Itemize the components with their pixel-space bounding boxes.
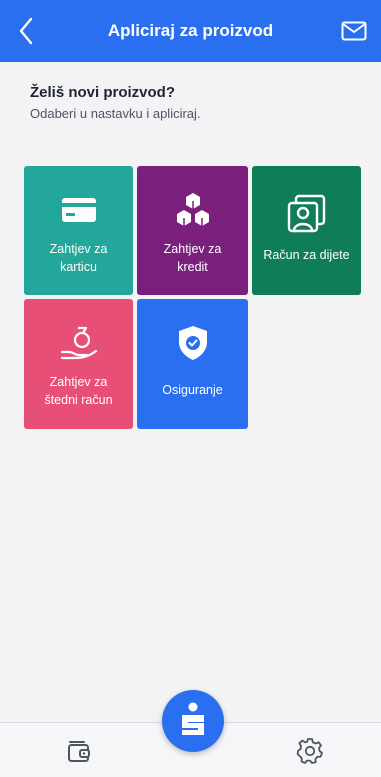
tile-label: Osiguranje: [162, 383, 223, 397]
intro-heading: Želiš novi proizvod?: [30, 84, 176, 101]
tile-card-request[interactable]: Zahtjev za karticu: [24, 166, 133, 295]
tile-label: Zahtjev za kredit: [163, 242, 222, 274]
boxes-icon: [173, 190, 213, 230]
tile-label: Zahtjev za štedni račun: [44, 375, 113, 407]
gear-icon: [296, 738, 323, 764]
header-bar: Apliciraj za proizvod: [0, 0, 381, 62]
wallet-tab-button[interactable]: [66, 738, 92, 764]
intro-subtext: Odaberi u nastavku i apliciraj.: [30, 106, 201, 121]
page-title: Apliciraj za proizvod: [107, 21, 274, 40]
sparkasse-logo-icon: [182, 702, 204, 735]
tile-savings-request[interactable]: Zahtjev za štedni račun: [24, 299, 133, 429]
envelope-icon: [341, 21, 367, 41]
money-bag-hand-icon: [59, 323, 99, 363]
tile-insurance[interactable]: Osiguranje: [137, 299, 248, 429]
back-button[interactable]: [12, 14, 40, 48]
child-portrait-icon: [286, 194, 328, 234]
shield-check-icon: [177, 323, 209, 363]
mail-button[interactable]: [339, 16, 369, 46]
credit-card-icon: [61, 190, 97, 230]
tile-label: Račun za dijete: [263, 248, 350, 262]
tile-credit-request[interactable]: Zahtjev za kredit: [137, 166, 248, 295]
tile-label: Zahtjev za karticu: [49, 242, 108, 274]
tile-child-account[interactable]: Račun za dijete: [252, 166, 361, 295]
chevron-left-icon: [19, 17, 33, 45]
home-sparkasse-button[interactable]: [162, 690, 224, 752]
intro-section: Želiš novi proizvod? Odaberi u nastavku …: [30, 84, 201, 121]
settings-tab-button[interactable]: [296, 737, 324, 765]
wallet-icon: [68, 741, 90, 762]
